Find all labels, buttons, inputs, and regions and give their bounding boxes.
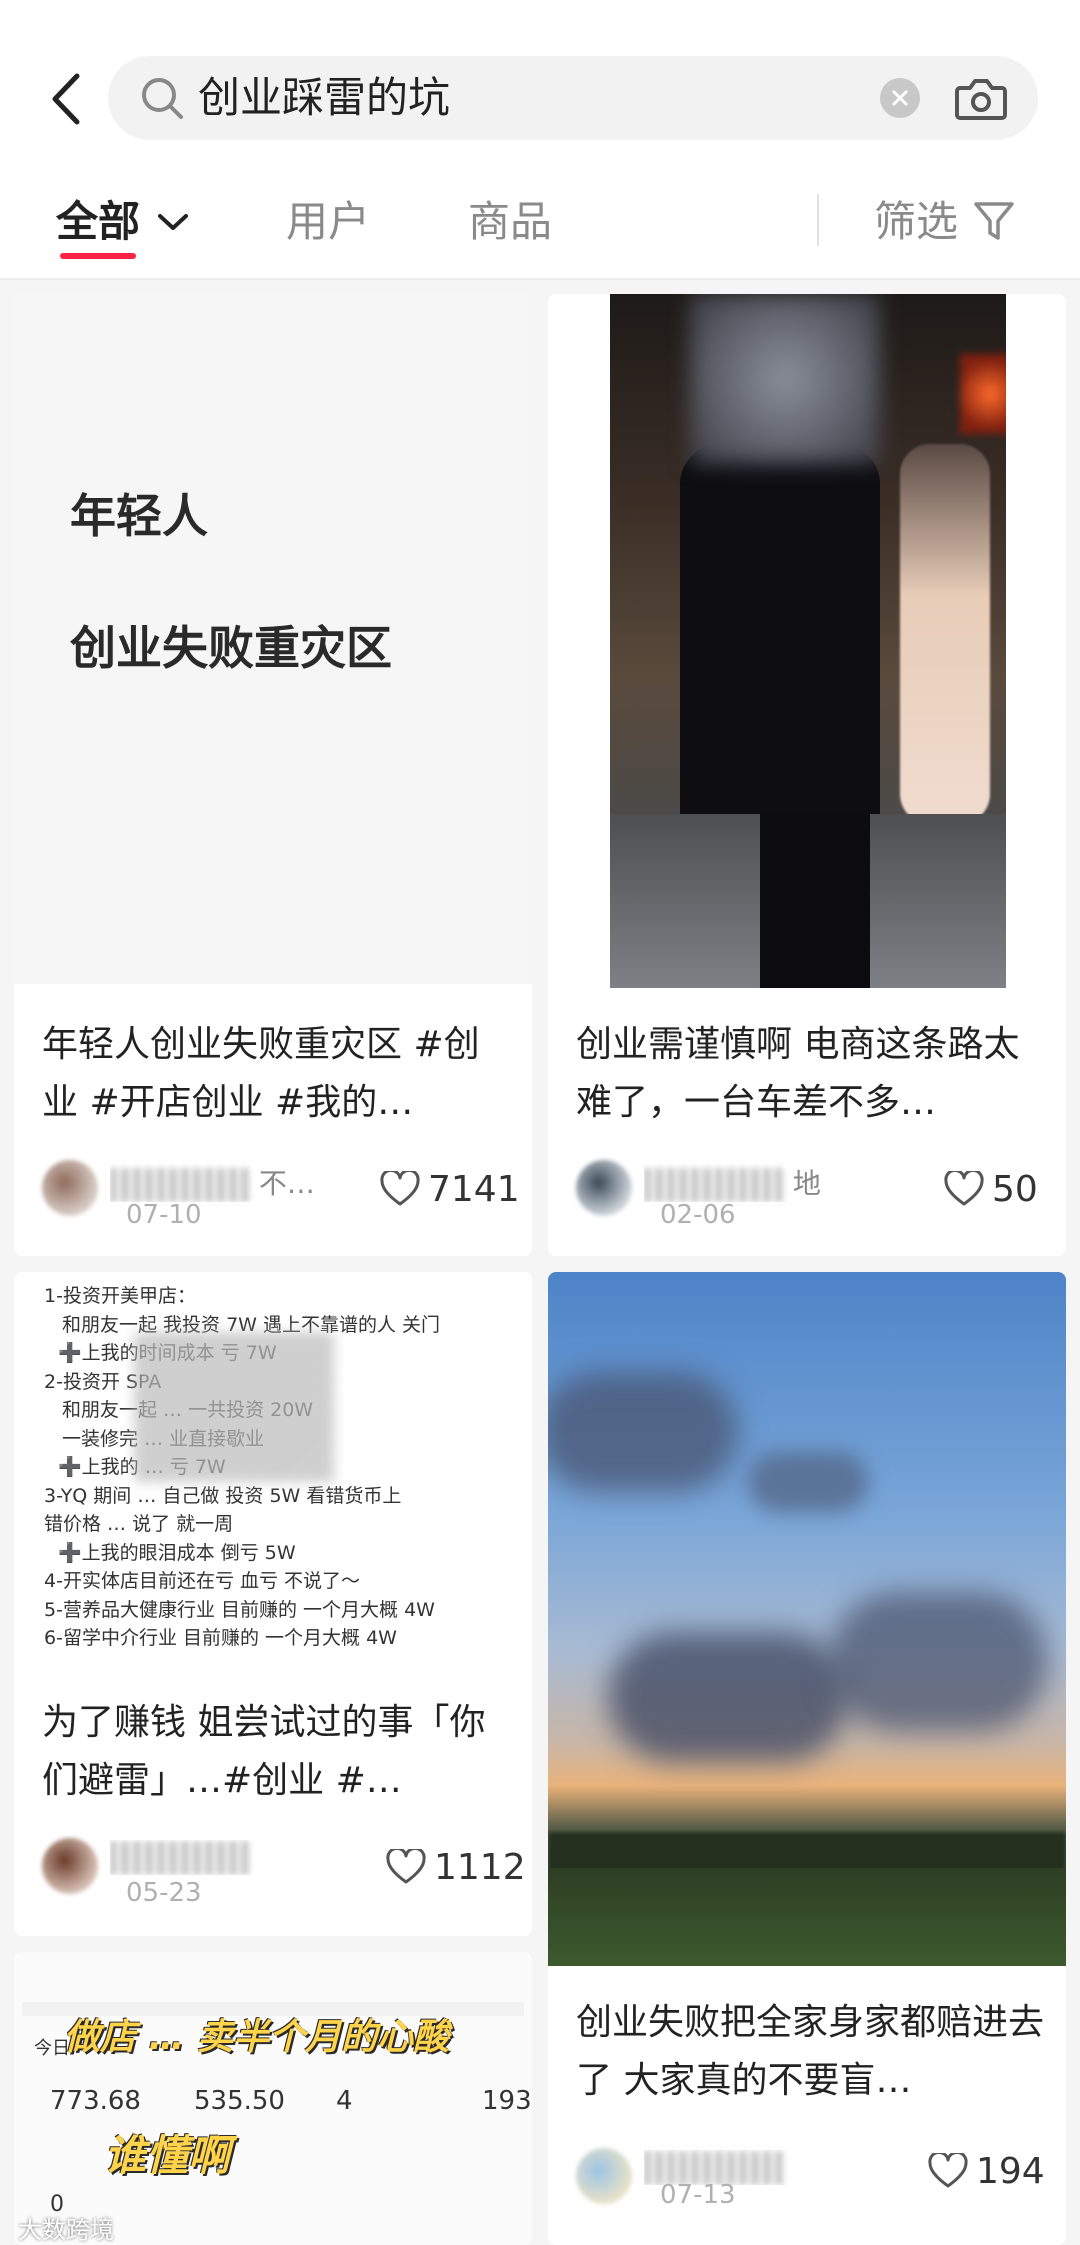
photo-night-scene (610, 294, 1006, 988)
cover-list-line: 3-YQ 期间 … 自己做 投资 5W 看错货币上 (44, 1484, 402, 1507)
cloud (748, 1452, 868, 1512)
chevron-down-icon (158, 214, 189, 230)
cover-subheadline: 谁懂啊 (104, 2131, 231, 2180)
figure-coat (680, 444, 880, 864)
card-cover-text: 年轻人 创业失败重灾区 (14, 294, 532, 984)
cloud (828, 1592, 1048, 1732)
funnel-icon (974, 202, 1014, 240)
heart-icon (928, 2153, 968, 2188)
heart-icon (944, 1171, 984, 1206)
stat-value: 773.68 (50, 2086, 141, 2116)
like-button[interactable]: 1112 (386, 1842, 526, 1892)
card-title: 年轻人创业失败重灾区 #创业 #开店创业 #我的… (42, 1024, 480, 1123)
avatar[interactable] (576, 1160, 632, 1216)
camera-search-icon[interactable] (954, 72, 1008, 124)
note-card[interactable]: 1-投资开美甲店： 和朋友一起 我投资 7W 遇上不靠谱的人 关门 ➕上我的时间… (14, 1272, 532, 1936)
tab-divider (817, 194, 819, 246)
figure-legs (760, 814, 870, 988)
like-count: 194 (976, 2150, 1045, 2192)
cover-headline: 做店 … 卖半个月的心酸 (64, 2017, 450, 2058)
woman-figure (900, 444, 990, 824)
card-cover-list: 1-投资开美甲店： 和朋友一起 我投资 7W 遇上不靠谱的人 关门 ➕上我的时间… (14, 1272, 532, 1676)
heart-icon (386, 1849, 426, 1884)
blurred-name (644, 1168, 784, 1202)
filter-button[interactable]: 筛选 (874, 192, 1016, 252)
stat-value: 535.50 (194, 2086, 285, 2116)
cover-list-line: 5-营养品大健康行业 目前赚的 一个月大概 4W (44, 1598, 435, 1621)
card-cover-dashboard: 今日 773.68 535.50 4 193.42 0 做店 … 卖半个月的心酸… (14, 1952, 532, 2245)
avatar[interactable] (576, 2148, 632, 2204)
avatar[interactable] (42, 1160, 98, 1216)
like-button[interactable]: 50 (944, 1164, 1038, 1214)
tab-all-label: 全部 (56, 197, 141, 246)
watermark-logo: 大数跨境 (18, 2216, 114, 2244)
cover-list-line: 6-留学中介行业 目前赚的 一个月大概 4W (44, 1627, 397, 1649)
search-query-text[interactable]: 创业踩雷的坑 (198, 56, 450, 140)
blurred-name (110, 1168, 250, 1202)
post-date: 02-06 (660, 1200, 736, 1230)
cover-line: 年轻人 (70, 489, 208, 543)
figure-head-blurred (690, 294, 880, 464)
tab-users[interactable]: 用户 (286, 192, 370, 252)
clear-search-button[interactable] (880, 78, 920, 118)
card-cover-image (548, 1272, 1066, 1966)
post-date: 05-23 (126, 1878, 202, 1908)
card-title: 为了赚钱 姐尝试过的事「你们避雷」…#创业 #… (42, 1702, 486, 1801)
card-title: 创业需谨慎啊 电商这条路太难了，一台车差不多… (576, 1024, 1020, 1123)
like-count: 7141 (428, 1168, 520, 1210)
like-count: 50 (992, 1168, 1038, 1210)
note-card[interactable]: 创业需谨慎啊 电商这条路太难了，一台车差不多… 地 02-06 50 (548, 294, 1066, 1256)
stat-value: 193.42 (482, 2086, 532, 2116)
cover-list-line: 1-投资开美甲店： (44, 1285, 196, 1307)
tab-products[interactable]: 商品 (468, 192, 552, 252)
search-input[interactable]: 创业踩雷的坑 (108, 56, 1038, 140)
note-card[interactable]: 年轻人 创业失败重灾区 年轻人创业失败重灾区 #创业 #开店创业 #我的… 不…… (14, 294, 532, 1256)
cover-list-line: 4-开实体店目前还在亏 血亏 不说了～ (44, 1570, 361, 1592)
header-divider (0, 278, 1080, 280)
post-date: 07-10 (126, 1200, 202, 1230)
card-cover-image (548, 294, 1066, 988)
blurred-name (110, 1841, 250, 1875)
cloud (608, 1632, 848, 1762)
note-card[interactable]: 今日 773.68 535.50 4 193.42 0 做店 … 卖半个月的心酸… (14, 1952, 532, 2245)
like-button[interactable]: 7141 (380, 1164, 520, 1214)
cover-list-line: 错价格 … 说了 就一周 (44, 1513, 234, 1535)
like-count: 1112 (434, 1846, 526, 1888)
heart-icon (380, 1171, 420, 1206)
card-title: 创业失败把全家身家都赔进去了 大家真的不要盲… (576, 2002, 1045, 2101)
filter-label: 筛选 (874, 197, 959, 246)
field (548, 1868, 1066, 1966)
cover-list-line: ➕上我的眼泪成本 倒亏 5W (58, 1541, 296, 1564)
close-icon (892, 90, 908, 106)
avatar[interactable] (42, 1838, 98, 1894)
light-glow (960, 354, 1006, 434)
author-name[interactable]: 不… (110, 1162, 330, 1202)
author-name[interactable]: 地 (644, 1162, 864, 1202)
author-name[interactable] (110, 1840, 330, 1875)
treeline (548, 1832, 1066, 1872)
back-button[interactable] (40, 66, 90, 132)
like-button[interactable]: 194 (928, 2146, 1045, 2196)
stat-value: 4 (336, 2086, 353, 2116)
censor-blur (134, 1332, 334, 1482)
note-card[interactable]: 创业失败把全家身家都赔进去了 大家真的不要盲… 07-13 194 (548, 1272, 1066, 2245)
cover-line: 创业失败重灾区 (70, 621, 392, 675)
search-icon (142, 78, 183, 119)
chevron-left-icon (52, 73, 80, 125)
post-date: 07-13 (660, 2180, 736, 2210)
active-tab-indicator (60, 253, 136, 259)
tab-all[interactable]: 全部 (56, 192, 190, 252)
cloud (548, 1372, 738, 1492)
